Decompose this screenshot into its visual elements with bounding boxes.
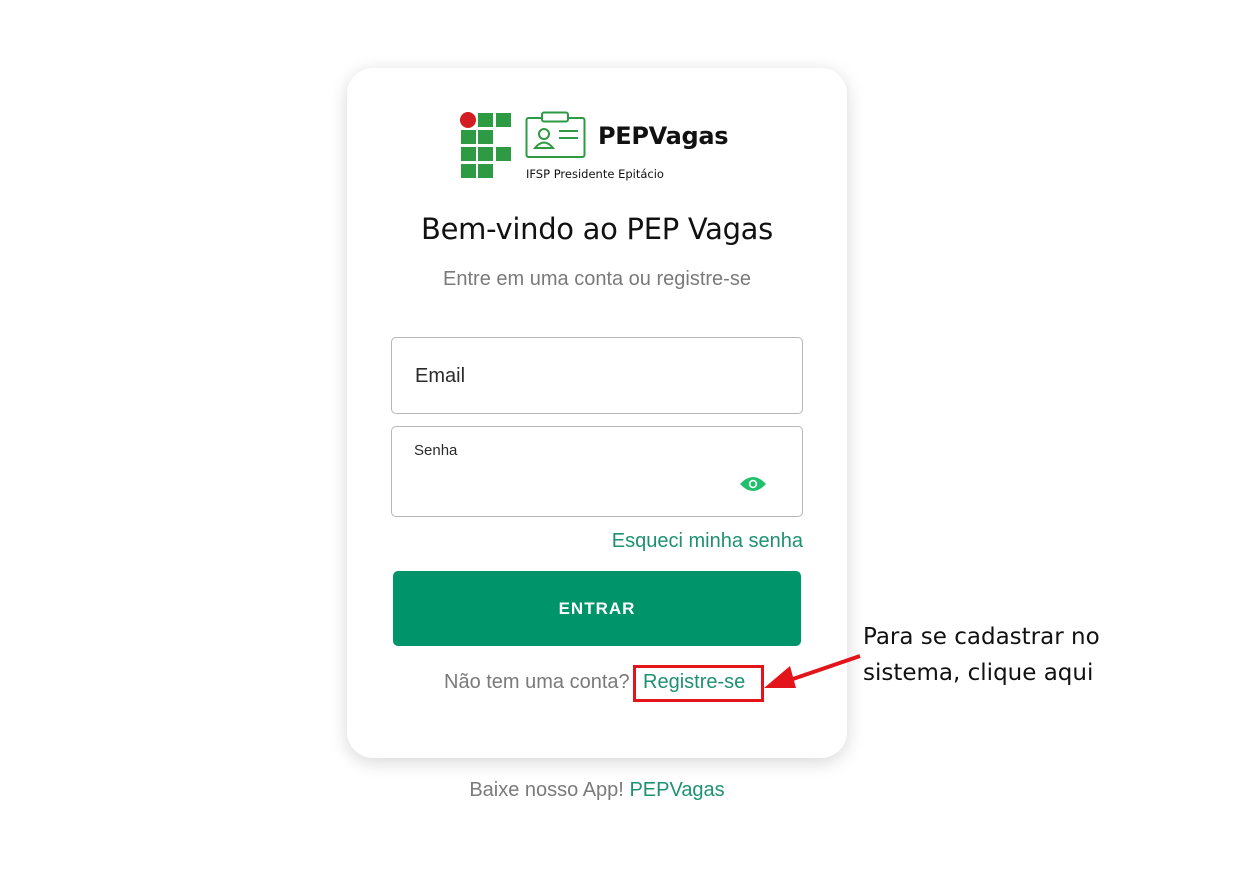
eye-icon[interactable] (739, 474, 767, 494)
login-button[interactable]: ENTRAR (393, 571, 801, 646)
id-badge-icon (525, 111, 586, 158)
password-field[interactable]: Senha (391, 426, 803, 517)
password-input[interactable] (414, 469, 728, 501)
page: PEPVagas IFSP Presidente Epitácio Bem-vi… (0, 0, 1257, 878)
footer: Baixe nosso App! PEPVagas (347, 779, 847, 802)
footer-app-link[interactable]: PEPVagas (629, 779, 724, 801)
page-title: Bem-vindo ao PEP Vagas (421, 212, 773, 246)
no-account-text: Não tem uma conta? (444, 671, 630, 693)
red-arrow-icon (764, 654, 861, 688)
password-label: Senha (414, 442, 458, 459)
annotation-text: Para se cadastrar no sistema, clique aqu… (863, 619, 1123, 691)
annotation-line-2: sistema, clique aqui (863, 660, 1094, 686)
highlight-box (633, 665, 764, 702)
brand-subtitle: IFSP Presidente Epitácio (526, 167, 664, 181)
email-field[interactable]: Email (391, 337, 803, 414)
forgot-password-link[interactable]: Esqueci minha senha (591, 530, 803, 553)
email-label: Email (415, 365, 466, 387)
annotation-line-1: Para se cadastrar no (863, 624, 1100, 650)
page-subtitle: Entre em uma conta ou registre-se (443, 268, 751, 290)
footer-text: Baixe nosso App! (469, 779, 624, 801)
brand-name: PEPVagas (598, 122, 729, 150)
